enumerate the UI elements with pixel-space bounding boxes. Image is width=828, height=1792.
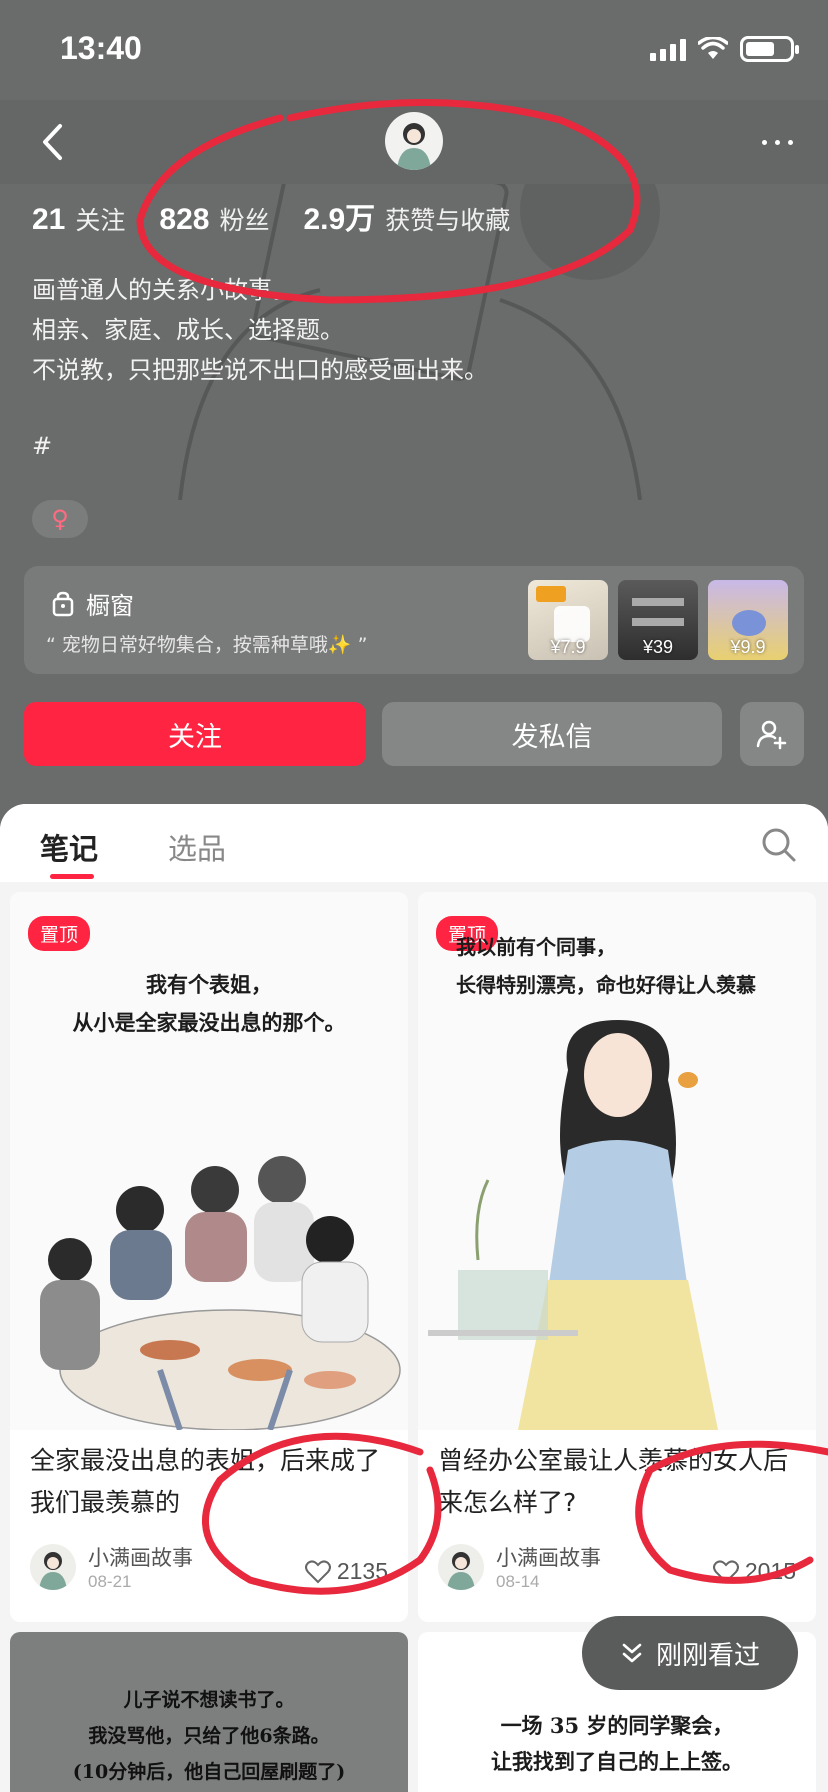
note-date: 08-21 (88, 1572, 132, 1591)
note-card[interactable]: 儿子说不想读书了。 我没骂他，只给了他6条路。 (10分钟后，他自己回屋刷题了) (10, 1632, 408, 1792)
tab-bar: 笔记 选品 (0, 804, 828, 882)
double-chevron-down-icon (622, 1643, 642, 1663)
cover-text: 一场 35 岁的同学聚会， 让我找到了自己的上上签。 (418, 1708, 816, 1780)
stat-following[interactable]: 21 关注 (32, 201, 125, 237)
like-count: 2015 (744, 1558, 796, 1584)
cover-line: 让我找到了自己的上上签。 (491, 1749, 743, 1774)
note-title: 曾经办公室最让人羡慕的女人后来怎么样了? (438, 1446, 789, 1517)
note-card[interactable]: 置顶 我以前有个同事， 长得特别漂亮，命也好得让人羡慕 曾经办公室最让人羡慕的女… (418, 892, 816, 1622)
gender-badge: ♀ (32, 500, 88, 538)
shop-description: “ 宠物日常好物集合，按需种草哦✨ ” (46, 634, 368, 656)
note-author[interactable]: 小满画故事 08-14 (438, 1542, 601, 1592)
shop-title: 橱窗 (86, 592, 134, 620)
recently-viewed-label: 刚刚看过 (655, 1640, 760, 1671)
add-friend-button[interactable] (740, 702, 804, 766)
status-time: 13:40 (60, 30, 142, 66)
message-button[interactable]: 发私信 (382, 702, 722, 766)
author-name: 小满画故事 (496, 1546, 601, 1570)
bio-line: 画普通人的关系小故事。 (32, 276, 296, 304)
profile-stats: 21 关注 828 粉丝 2.9万 获赞与收藏 (32, 194, 544, 238)
avatar-illustration (397, 123, 431, 170)
like-button[interactable]: 2135 (304, 1558, 388, 1585)
chevron-left-icon (43, 124, 62, 160)
profile-bio: 画普通人的关系小故事。 相亲、家庭、成长、选择题。 不说教，只把那些说不出口的感… (32, 270, 488, 390)
cover-line: 一场 35 岁的同学聚会， (500, 1713, 734, 1738)
bio-line: 相亲、家庭、成长、选择题。 (32, 316, 344, 344)
note-date: 08-14 (496, 1572, 540, 1591)
stat-number: 21 (32, 203, 66, 236)
pinned-badge: 置顶 (28, 916, 91, 951)
dot-icon (761, 139, 767, 145)
dot-icon (774, 139, 780, 145)
cover-text: 我有个表姐， 从小是全家最没出息的那个。 (10, 966, 408, 1042)
profile-actions: 关注 发私信 (24, 702, 804, 766)
avatar-illustration (39, 1552, 67, 1590)
dot-icon (787, 139, 793, 145)
hashtag[interactable]: # (32, 432, 52, 460)
cover-line: 长得特别漂亮，命也好得让人羡慕 (456, 973, 756, 997)
tab-notes[interactable]: 笔记 (40, 826, 98, 868)
cover-line: 我以前有个同事， (456, 935, 616, 959)
stat-label: 粉丝 (219, 206, 270, 235)
woman-illustration (428, 1020, 718, 1430)
nav-bar (0, 100, 828, 184)
recently-viewed-button[interactable]: 刚刚看过 (582, 1616, 798, 1690)
tab-products[interactable]: 选品 (168, 826, 226, 868)
search-icon (762, 828, 796, 862)
note-card[interactable]: 置顶 我有个表姐， 从小是全家最没出息的那个。 全家最没出息的表姐，后来成了我们… (10, 892, 408, 1622)
author-avatar (30, 1544, 76, 1590)
add-user-icon (756, 720, 787, 750)
cover-line: (10分钟后，他自己回屋刷题了) (72, 1761, 346, 1783)
stat-number: 828 (159, 203, 210, 236)
female-icon: ♀ (51, 505, 69, 533)
note-author[interactable]: 小满画故事 08-21 (30, 1542, 193, 1592)
heart-icon (304, 1559, 331, 1583)
stat-number: 2.9万 (303, 203, 376, 236)
product-thumb[interactable]: ¥39 (618, 580, 698, 660)
shop-header: 橱窗 (52, 586, 134, 621)
avatar-illustration (447, 1552, 475, 1590)
status-icons (650, 36, 799, 62)
like-button[interactable]: 2015 (712, 1558, 796, 1585)
stat-label: 关注 (75, 206, 126, 235)
cover-line: 从小是全家最没出息的那个。 (72, 1010, 346, 1035)
more-options-button[interactable] (752, 122, 802, 162)
bio-line: 不说教，只把那些说不出口的感受画出来。 (32, 356, 488, 384)
cover-line: 我没骂他，只给了他6条路。 (88, 1725, 330, 1747)
cover-line: 儿子说不想读书了。 (123, 1689, 295, 1711)
cover-line: 我有个表姐， (146, 972, 272, 997)
shopping-bag-icon (52, 591, 74, 616)
status-bar: 13:40 (0, 0, 828, 100)
back-button[interactable] (28, 118, 76, 166)
product-price: ¥7.9 (550, 637, 586, 657)
product-price: ¥9.9 (730, 637, 766, 657)
shop-thumbnails: ¥7.9 ¥39 ¥9.9 (528, 580, 788, 660)
search-button[interactable] (760, 826, 798, 864)
note-title: 全家最没出息的表姐，后来成了我们最羡慕的 (30, 1446, 381, 1517)
product-thumb[interactable]: ¥9.9 (708, 580, 788, 660)
author-name: 小满画故事 (88, 1546, 193, 1570)
signal-icon (650, 37, 686, 61)
family-dinner-illustration (40, 1156, 401, 1430)
tab-indicator (50, 874, 94, 879)
profile-header: 13:40 21 关注 828 粉丝 2.9万 获赞与收藏 画普通人的关系小故事… (0, 0, 828, 820)
stat-likes-collects[interactable]: 2.9万 获赞与收藏 (303, 194, 510, 238)
author-avatar (438, 1544, 484, 1590)
avatar[interactable] (385, 112, 443, 170)
stat-label: 获赞与收藏 (385, 206, 511, 235)
product-thumb[interactable]: ¥7.9 (528, 580, 608, 660)
product-price: ¥39 (642, 637, 674, 657)
follow-button[interactable]: 关注 (24, 702, 366, 766)
cover-text: 儿子说不想读书了。 我没骂他，只给了他6条路。 (10分钟后，他自己回屋刷题了) (10, 1682, 408, 1790)
battery-icon (740, 36, 799, 62)
note-cover: 置顶 我有个表姐， 从小是全家最没出息的那个。 (10, 892, 408, 1430)
heart-icon (712, 1559, 739, 1583)
shop-window[interactable]: 橱窗 “ 宠物日常好物集合，按需种草哦✨ ” ¥7.9 ¥39 ¥9.9 (24, 566, 804, 674)
note-cover: 置顶 我以前有个同事， 长得特别漂亮，命也好得让人羡慕 (418, 892, 816, 1430)
wifi-icon (698, 37, 728, 59)
stat-followers[interactable]: 828 粉丝 (159, 201, 269, 237)
cover-text: 我以前有个同事， 长得特别漂亮，命也好得让人羡慕 (456, 928, 816, 1004)
like-count: 2135 (336, 1558, 388, 1584)
